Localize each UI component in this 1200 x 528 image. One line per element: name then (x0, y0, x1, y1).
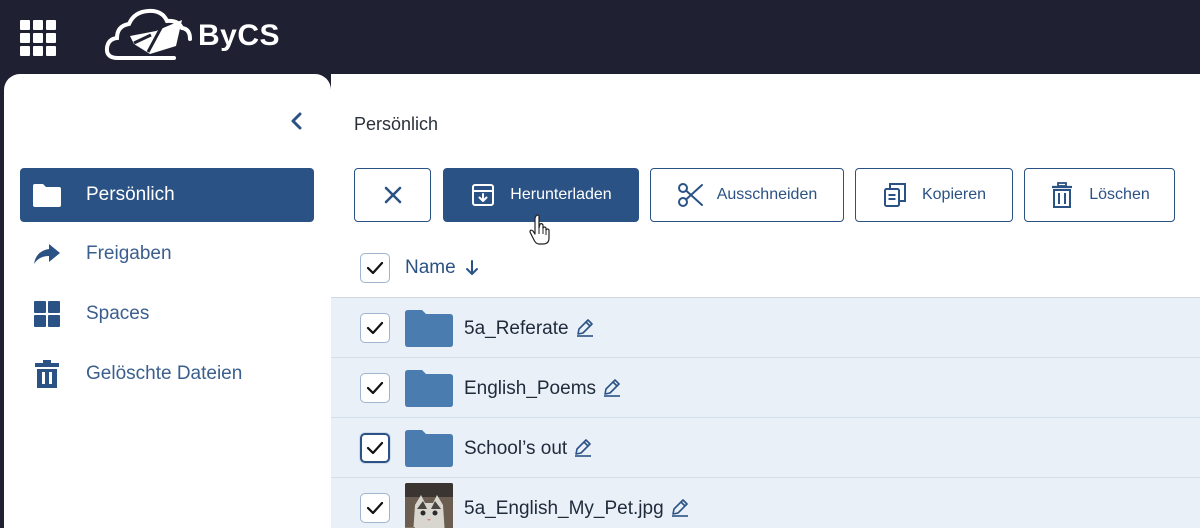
file-row[interactable]: School’s out (331, 418, 1200, 478)
folder-icon (32, 180, 62, 210)
sidebar-item-geloeschte-dateien[interactable]: Gelöschte Dateien (20, 347, 314, 401)
image-thumbnail (405, 483, 453, 528)
cut-label: Ausschneiden (716, 186, 818, 203)
download-label: Herunterladen (510, 186, 612, 203)
pencil-icon[interactable] (575, 317, 595, 337)
grid-icon (32, 299, 62, 329)
sidebar-item-spaces[interactable]: Spaces (20, 287, 314, 341)
copy-label: Kopieren (921, 186, 987, 203)
sidebar-item-label: Persönlich (86, 184, 175, 205)
trash-icon (1049, 182, 1075, 208)
sidebar-item-label: Freigaben (86, 243, 172, 264)
folder-icon (405, 430, 453, 467)
row-checkbox[interactable] (360, 373, 390, 403)
folder-icon (405, 370, 453, 407)
sidebar-item-freigaben[interactable]: Freigaben (20, 227, 314, 281)
sort-by-name-button[interactable]: Name (405, 257, 480, 279)
sidebar: Persönlich Freigaben Spaces Gelöschte Da… (4, 74, 331, 528)
file-name[interactable]: 5a_English_My_Pet.jpg (464, 497, 690, 520)
file-name-text: English_Poems (464, 378, 597, 399)
copy-icon (882, 182, 908, 208)
close-icon (384, 186, 401, 204)
download-box-icon (470, 182, 496, 208)
checkmark-icon (366, 441, 384, 455)
arrow-down-icon (465, 260, 478, 275)
row-checkbox[interactable] (360, 493, 390, 523)
sidebar-item-persoenlich[interactable]: Persönlich (20, 168, 314, 222)
file-name-text: 5a_English_My_Pet.jpg (464, 498, 664, 519)
file-list-header: Name (331, 238, 1200, 298)
pencil-icon[interactable] (602, 377, 622, 397)
select-all-checkbox[interactable] (360, 253, 390, 283)
checkmark-icon (366, 381, 384, 395)
logo-text: ByCS (198, 19, 281, 52)
breadcrumb[interactable]: Persönlich (354, 114, 438, 135)
scissors-icon (677, 182, 703, 208)
pencil-icon[interactable] (573, 437, 593, 457)
chevron-left-icon[interactable] (286, 110, 308, 132)
pencil-icon[interactable] (670, 497, 690, 517)
file-name[interactable]: English_Poems (464, 377, 622, 400)
share-arrow-icon (32, 239, 62, 269)
folder-icon (405, 310, 453, 347)
checkmark-icon (366, 261, 384, 275)
file-name[interactable]: 5a_Referate (464, 317, 595, 340)
file-name[interactable]: School’s out (464, 437, 593, 460)
row-checkbox[interactable] (360, 313, 390, 343)
file-row[interactable]: English_Poems (331, 358, 1200, 418)
row-checkbox[interactable] (360, 433, 390, 463)
delete-button[interactable]: Löschen (1024, 168, 1175, 222)
trash-icon (32, 359, 62, 389)
bycs-logo-icon[interactable] (104, 6, 194, 66)
clear-selection-button[interactable] (354, 168, 431, 222)
file-row[interactable]: 5a_English_My_Pet.jpg (331, 478, 1200, 528)
cut-button[interactable]: Ausschneiden (650, 168, 844, 222)
name-column-label: Name (405, 257, 456, 278)
file-row[interactable]: 5a_Referate (331, 298, 1200, 358)
checkmark-icon (366, 321, 384, 335)
sidebar-item-label: Spaces (86, 303, 150, 324)
top-bar: ByCS (0, 0, 1200, 74)
copy-button[interactable]: Kopieren (855, 168, 1013, 222)
apps-grid-icon[interactable] (20, 20, 56, 56)
checkmark-icon (366, 501, 384, 515)
sidebar-item-label: Gelöschte Dateien (86, 363, 243, 384)
file-name-text: 5a_Referate (464, 318, 569, 339)
delete-label: Löschen (1089, 186, 1150, 203)
file-name-text: School’s out (464, 438, 568, 459)
main-content: Persönlich Herunterladen Ausschneiden Ko… (331, 74, 1200, 528)
